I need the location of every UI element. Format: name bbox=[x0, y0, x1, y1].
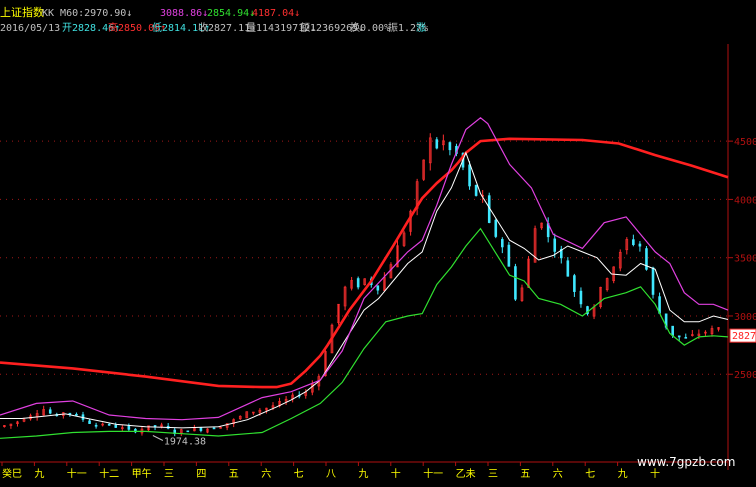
x-tick-label: 九 bbox=[34, 468, 44, 480]
candle-body bbox=[435, 139, 439, 149]
candle-body bbox=[114, 424, 118, 428]
candle-body bbox=[553, 238, 557, 252]
current-price-label: 2827 bbox=[732, 331, 756, 342]
x-tick-label: 三 bbox=[164, 469, 174, 480]
x-tick-label: 四 bbox=[196, 469, 206, 480]
candle-body bbox=[356, 278, 360, 288]
candle-body bbox=[94, 424, 98, 427]
x-tick-label: 甲午 bbox=[132, 467, 152, 480]
candle-body bbox=[514, 266, 517, 300]
min-pointer bbox=[152, 435, 164, 441]
candles bbox=[3, 133, 720, 437]
band-lower-line bbox=[0, 227, 729, 439]
candle-body bbox=[48, 409, 52, 414]
candle-body bbox=[127, 425, 131, 430]
y-tick-label: 3500 bbox=[734, 254, 756, 265]
x-tick-label: 十 bbox=[391, 467, 401, 480]
x-tick-label: 五 bbox=[520, 469, 530, 480]
y-tick-label: 4000 bbox=[734, 195, 756, 206]
x-tick-label: 十一 bbox=[423, 467, 443, 480]
x-tick-label: 六 bbox=[261, 468, 271, 480]
min-annotation-label: 1974.38 bbox=[164, 437, 206, 448]
candle-body bbox=[494, 219, 498, 237]
candle-body bbox=[212, 427, 216, 430]
x-tick-label: 九 bbox=[358, 468, 368, 480]
x-tick-label: 六 bbox=[553, 468, 563, 480]
x-tick-label: 五 bbox=[229, 469, 239, 480]
candle-body bbox=[88, 420, 91, 424]
ma-long-line bbox=[0, 137, 729, 389]
candle-body bbox=[573, 275, 576, 292]
candle-body bbox=[107, 423, 111, 426]
candle-body bbox=[566, 260, 570, 277]
candle-body bbox=[376, 285, 380, 291]
y-tick-label: 4500 bbox=[734, 137, 756, 148]
candle-body bbox=[507, 244, 511, 267]
candle-body bbox=[75, 413, 78, 416]
x-tick-label: 九 bbox=[618, 468, 628, 480]
candle-body bbox=[186, 430, 190, 433]
candle-body bbox=[474, 184, 478, 196]
candle-body bbox=[671, 325, 674, 336]
candle-body bbox=[677, 335, 681, 338]
x-tick-label: 八 bbox=[326, 469, 336, 480]
candle-body bbox=[501, 239, 504, 248]
x-tick-label: 十一 bbox=[67, 467, 87, 480]
price-chart: 25003000350040004500癸巳九十一 十二 甲午三四五六七八九十十一乙… bbox=[0, 44, 756, 480]
candle-body bbox=[684, 337, 688, 339]
x-tick-label: 癸巳 bbox=[2, 467, 22, 480]
x-tick-label: 七 bbox=[294, 468, 304, 480]
x-tick-label: 七 bbox=[585, 468, 595, 480]
y-tick-label: 3000 bbox=[734, 312, 756, 323]
x-tick-label: 乙未 bbox=[456, 468, 476, 480]
candle-body bbox=[638, 243, 642, 247]
candle-body bbox=[651, 267, 655, 295]
x-tick-label: 三 bbox=[488, 469, 498, 480]
candle-body bbox=[153, 425, 157, 427]
x-tick-label: 十二 bbox=[99, 467, 119, 480]
candle-body bbox=[68, 412, 72, 415]
candle-body bbox=[199, 427, 203, 431]
candle-body bbox=[632, 239, 635, 245]
y-tick-label: 2500 bbox=[734, 370, 756, 381]
candle-body bbox=[448, 142, 452, 151]
watermark: www.7gpzb.com bbox=[637, 455, 736, 469]
candle-body bbox=[468, 164, 471, 187]
candle-body bbox=[579, 290, 583, 305]
